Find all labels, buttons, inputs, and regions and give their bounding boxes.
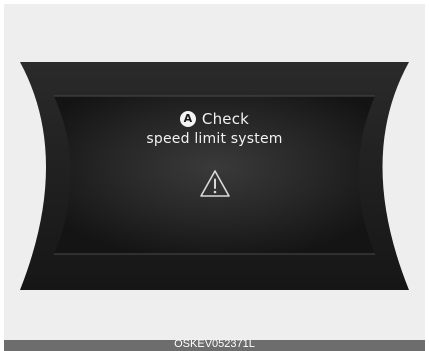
callout-badge: A <box>179 111 196 127</box>
figure-code: OSKEV052371L <box>174 338 255 350</box>
message-title-line: A Check <box>0 110 429 128</box>
warning-triangle-icon <box>200 170 230 197</box>
message-subtitle: speed limit system <box>146 131 283 147</box>
warning-message: A Check speed limit system <box>0 110 429 148</box>
message-title: Check <box>201 110 250 128</box>
figure-frame: A Check speed limit system OSKEV052371L <box>0 0 429 351</box>
